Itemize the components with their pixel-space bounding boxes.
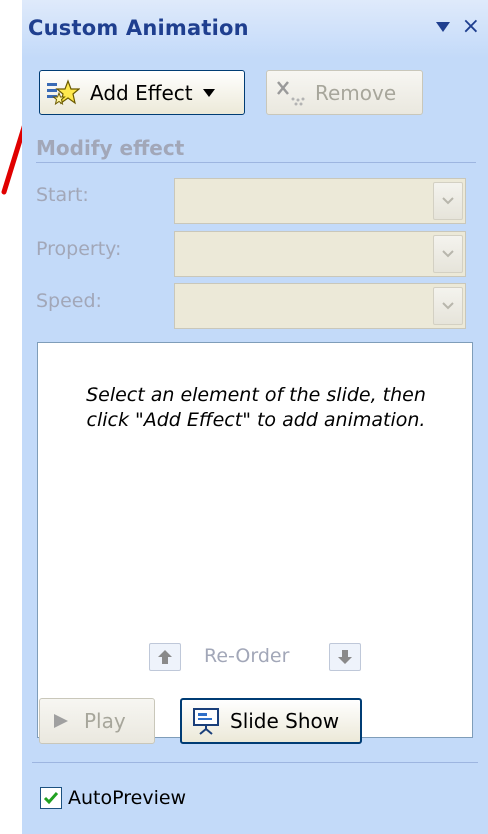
remove-button[interactable]: Remove: [266, 70, 423, 115]
slide-show-button[interactable]: Slide Show: [180, 698, 362, 744]
chevron-down-icon[interactable]: [433, 182, 463, 220]
reorder-up-button[interactable]: [149, 643, 181, 671]
checkmark-icon: [43, 792, 59, 805]
play-label: Play: [84, 709, 126, 733]
arrow-down-icon: [338, 650, 352, 664]
star-effect-icon: [47, 78, 80, 105]
modify-effect-heading: Modify effect: [36, 136, 185, 160]
close-icon[interactable]: ×: [462, 14, 480, 40]
chevron-down-icon[interactable]: [433, 287, 463, 325]
start-label: Start:: [36, 184, 89, 206]
custom-animation-pane: Custom Animation × Add Effect Remove Mod…: [22, 0, 488, 834]
divider: [32, 762, 478, 763]
start-select[interactable]: [174, 178, 466, 224]
autopreview-label: AutoPreview: [68, 787, 187, 809]
projector-screen-icon: [193, 708, 219, 735]
chevron-down-icon: [202, 88, 215, 97]
reorder-label: Re-Order: [204, 645, 290, 667]
property-label: Property:: [36, 238, 122, 260]
play-triangle-icon: [54, 714, 68, 728]
divider: [36, 162, 476, 163]
pane-menu-dropdown-icon[interactable]: [436, 22, 450, 32]
reorder-down-button[interactable]: [329, 643, 361, 671]
remove-label: Remove: [315, 80, 397, 105]
screenshot-stage: Custom Animation × Add Effect Remove Mod…: [0, 0, 488, 834]
animation-list-hint: Select an element of the slide, then cli…: [38, 383, 474, 433]
remove-x-icon: [277, 80, 305, 105]
autopreview-checkbox[interactable]: AutoPreview: [40, 787, 186, 809]
slide-show-label: Slide Show: [230, 709, 340, 733]
property-select[interactable]: [174, 231, 466, 277]
arrow-up-icon: [158, 650, 172, 664]
speed-label: Speed:: [36, 290, 102, 312]
pane-header: Custom Animation ×: [22, 0, 488, 58]
add-effect-button[interactable]: Add Effect: [39, 70, 245, 115]
pane-title: Custom Animation: [28, 16, 249, 40]
chevron-down-icon[interactable]: [433, 235, 463, 273]
checkbox-box[interactable]: [40, 787, 62, 809]
speed-select[interactable]: [174, 283, 466, 329]
play-button[interactable]: Play: [39, 698, 155, 744]
add-effect-label: Add Effect: [90, 80, 193, 105]
hint-line: Select an element of the slide, then: [86, 384, 426, 406]
hint-line: click "Add Effect" to add animation.: [86, 409, 426, 431]
animation-list[interactable]: Select an element of the slide, then cli…: [37, 342, 473, 738]
